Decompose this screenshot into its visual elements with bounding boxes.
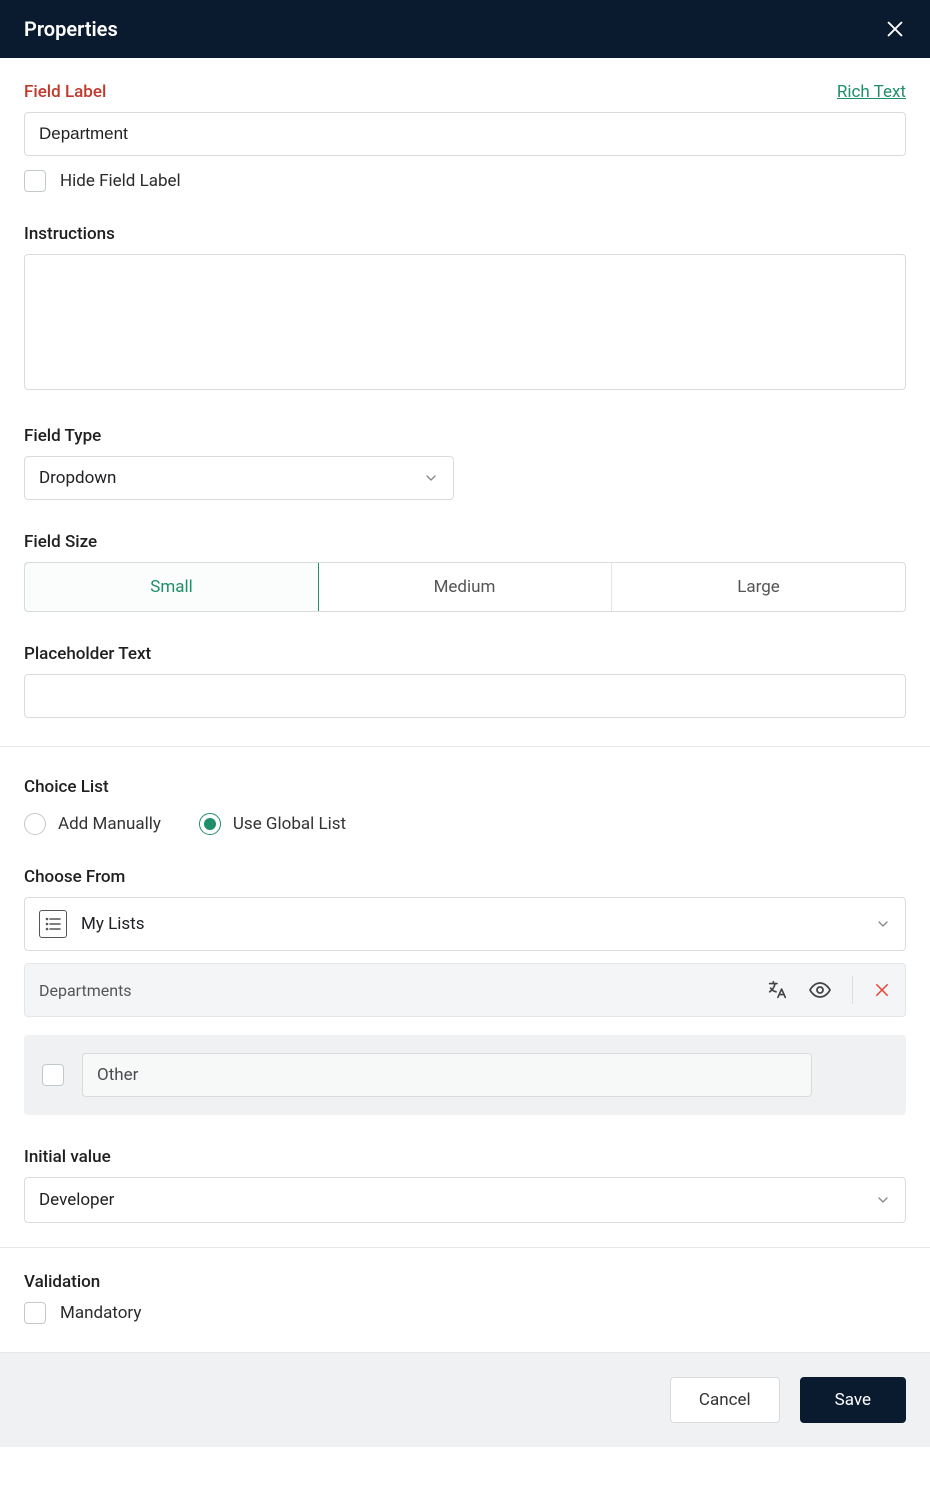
field-size-label: Field Size (24, 532, 906, 552)
initial-value-label: Initial value (24, 1147, 906, 1167)
rich-text-link[interactable]: Rich Text (837, 82, 906, 102)
properties-header: Properties (0, 0, 930, 58)
chevron-down-icon (875, 1192, 891, 1208)
instructions-textarea[interactable] (24, 254, 906, 390)
translate-button[interactable] (766, 979, 788, 1001)
field-type-select[interactable]: Dropdown (24, 456, 454, 500)
hide-field-label-text: Hide Field Label (60, 171, 181, 191)
cancel-button[interactable]: Cancel (670, 1377, 780, 1423)
placeholder-label: Placeholder Text (24, 644, 906, 664)
other-option-container: Other (24, 1035, 906, 1115)
validation-label: Validation (24, 1272, 906, 1292)
field-size-segmented: Small Medium Large (24, 562, 906, 612)
selected-list-name: Departments (39, 981, 132, 1000)
radio-add-manually-label: Add Manually (58, 814, 161, 834)
other-label-text: Other (97, 1065, 138, 1085)
placeholder-input[interactable] (24, 674, 906, 718)
chevron-down-icon (875, 916, 891, 932)
save-button[interactable]: Save (800, 1377, 906, 1423)
other-checkbox[interactable] (42, 1064, 64, 1086)
choose-from-value: My Lists (81, 914, 145, 934)
mandatory-checkbox[interactable] (24, 1302, 46, 1324)
page-title: Properties (24, 17, 118, 41)
field-label-label: Field Label (24, 82, 106, 102)
initial-value-select[interactable]: Developer (24, 1177, 906, 1223)
field-size-large[interactable]: Large (612, 563, 905, 611)
other-label-box: Other (82, 1053, 812, 1097)
selected-list-row: Departments (24, 963, 906, 1017)
radio-add-manually[interactable]: Add Manually (24, 813, 161, 835)
remove-list-button[interactable] (873, 981, 891, 999)
footer: Cancel Save (0, 1352, 930, 1447)
mandatory-label: Mandatory (60, 1303, 141, 1323)
field-size-small[interactable]: Small (24, 562, 319, 612)
chevron-down-icon (423, 470, 439, 486)
preview-button[interactable] (808, 978, 832, 1002)
close-icon (873, 981, 891, 999)
eye-icon (808, 978, 832, 1002)
field-type-label: Field Type (24, 426, 906, 446)
list-icon (39, 910, 67, 938)
choose-from-label: Choose From (24, 867, 906, 887)
close-button[interactable] (884, 18, 906, 40)
form-section-main: Field Label Rich Text Hide Field Label I… (0, 58, 930, 746)
field-size-medium[interactable]: Medium (318, 563, 612, 611)
hide-field-label-checkbox[interactable] (24, 170, 46, 192)
initial-value-value: Developer (39, 1190, 114, 1210)
form-section-choice: Choice List Add Manually Use Global List… (0, 747, 930, 1247)
radio-use-global-list[interactable]: Use Global List (199, 813, 346, 835)
choose-from-select[interactable]: My Lists (24, 897, 906, 951)
field-type-value: Dropdown (39, 468, 116, 488)
close-icon (884, 18, 906, 40)
choice-list-label: Choice List (24, 777, 906, 797)
radio-use-global-label: Use Global List (233, 814, 346, 834)
separator (852, 976, 853, 1004)
instructions-label: Instructions (24, 224, 906, 244)
form-section-validation: Validation Mandatory (0, 1248, 930, 1352)
translate-icon (766, 979, 788, 1001)
field-label-input[interactable] (24, 112, 906, 156)
